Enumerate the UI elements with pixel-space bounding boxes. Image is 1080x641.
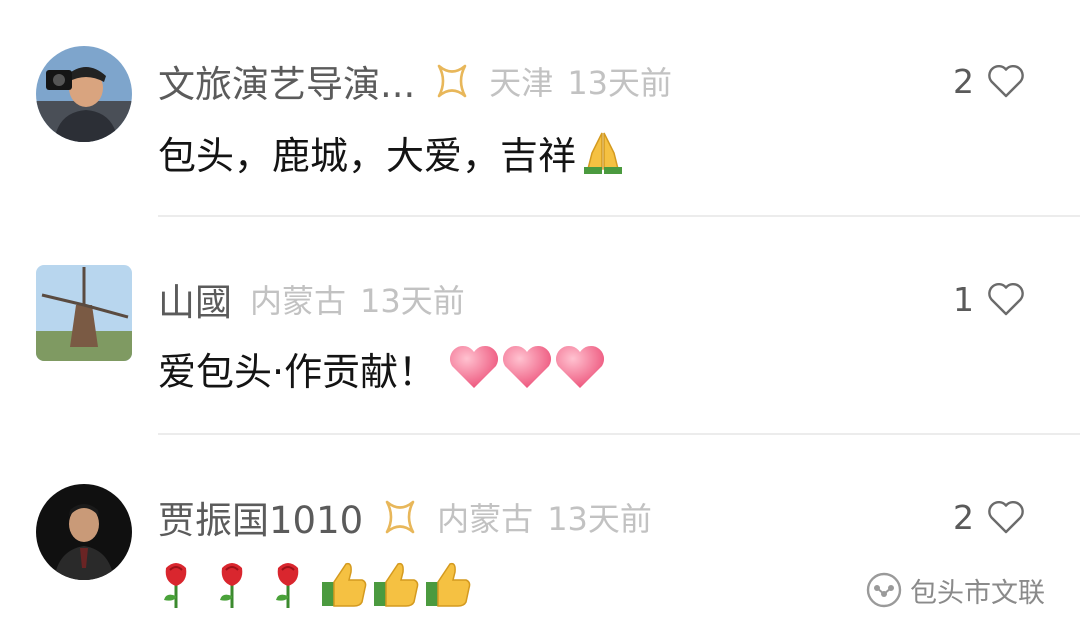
comment-time: 13天前: [360, 282, 465, 320]
avatar[interactable]: [36, 46, 132, 142]
comment-text: 爱包头·作贡献！: [158, 349, 437, 394]
comment-region: 天津: [489, 64, 554, 102]
windmill-photo-icon: [36, 265, 132, 361]
folded-hands-emoji-icon: [584, 132, 623, 174]
comment-time: 13天前: [547, 500, 652, 538]
divider: [158, 433, 1080, 435]
like-count: 2: [953, 497, 974, 537]
comment-text: 包头，鹿城，大爱，吉祥: [158, 133, 577, 178]
wechat-official-account-icon: [866, 572, 902, 608]
comment-author[interactable]: 贾振国1010: [158, 490, 363, 544]
heart-like-icon[interactable]: [986, 499, 1026, 535]
comment-author[interactable]: 山國: [158, 272, 232, 326]
comment-author[interactable]: 文旅演艺导演...: [158, 54, 415, 108]
like-count: 1: [953, 279, 974, 319]
avatar[interactable]: [36, 265, 132, 361]
comment-region: 内蒙古: [437, 500, 534, 538]
avatar-photo-icon: [36, 46, 132, 142]
pink-hearts-emoji-icon: [450, 345, 605, 388]
portrait-photo-icon: [36, 484, 132, 580]
watermark-text: 包头市文联: [910, 577, 1045, 609]
like-count: 2: [953, 61, 974, 101]
rose-and-thumbs-up-emoji-icon: [164, 562, 471, 608]
comment-region: 内蒙古: [250, 282, 347, 320]
divider: [158, 215, 1080, 217]
heart-like-icon[interactable]: [986, 281, 1026, 317]
watermark: 包头市文联: [864, 570, 1045, 610]
creator-badge-icon: [385, 500, 415, 534]
comment-time: 13天前: [567, 64, 673, 102]
avatar[interactable]: [36, 484, 132, 580]
heart-like-icon[interactable]: [986, 63, 1026, 99]
creator-badge-icon: [437, 64, 467, 98]
